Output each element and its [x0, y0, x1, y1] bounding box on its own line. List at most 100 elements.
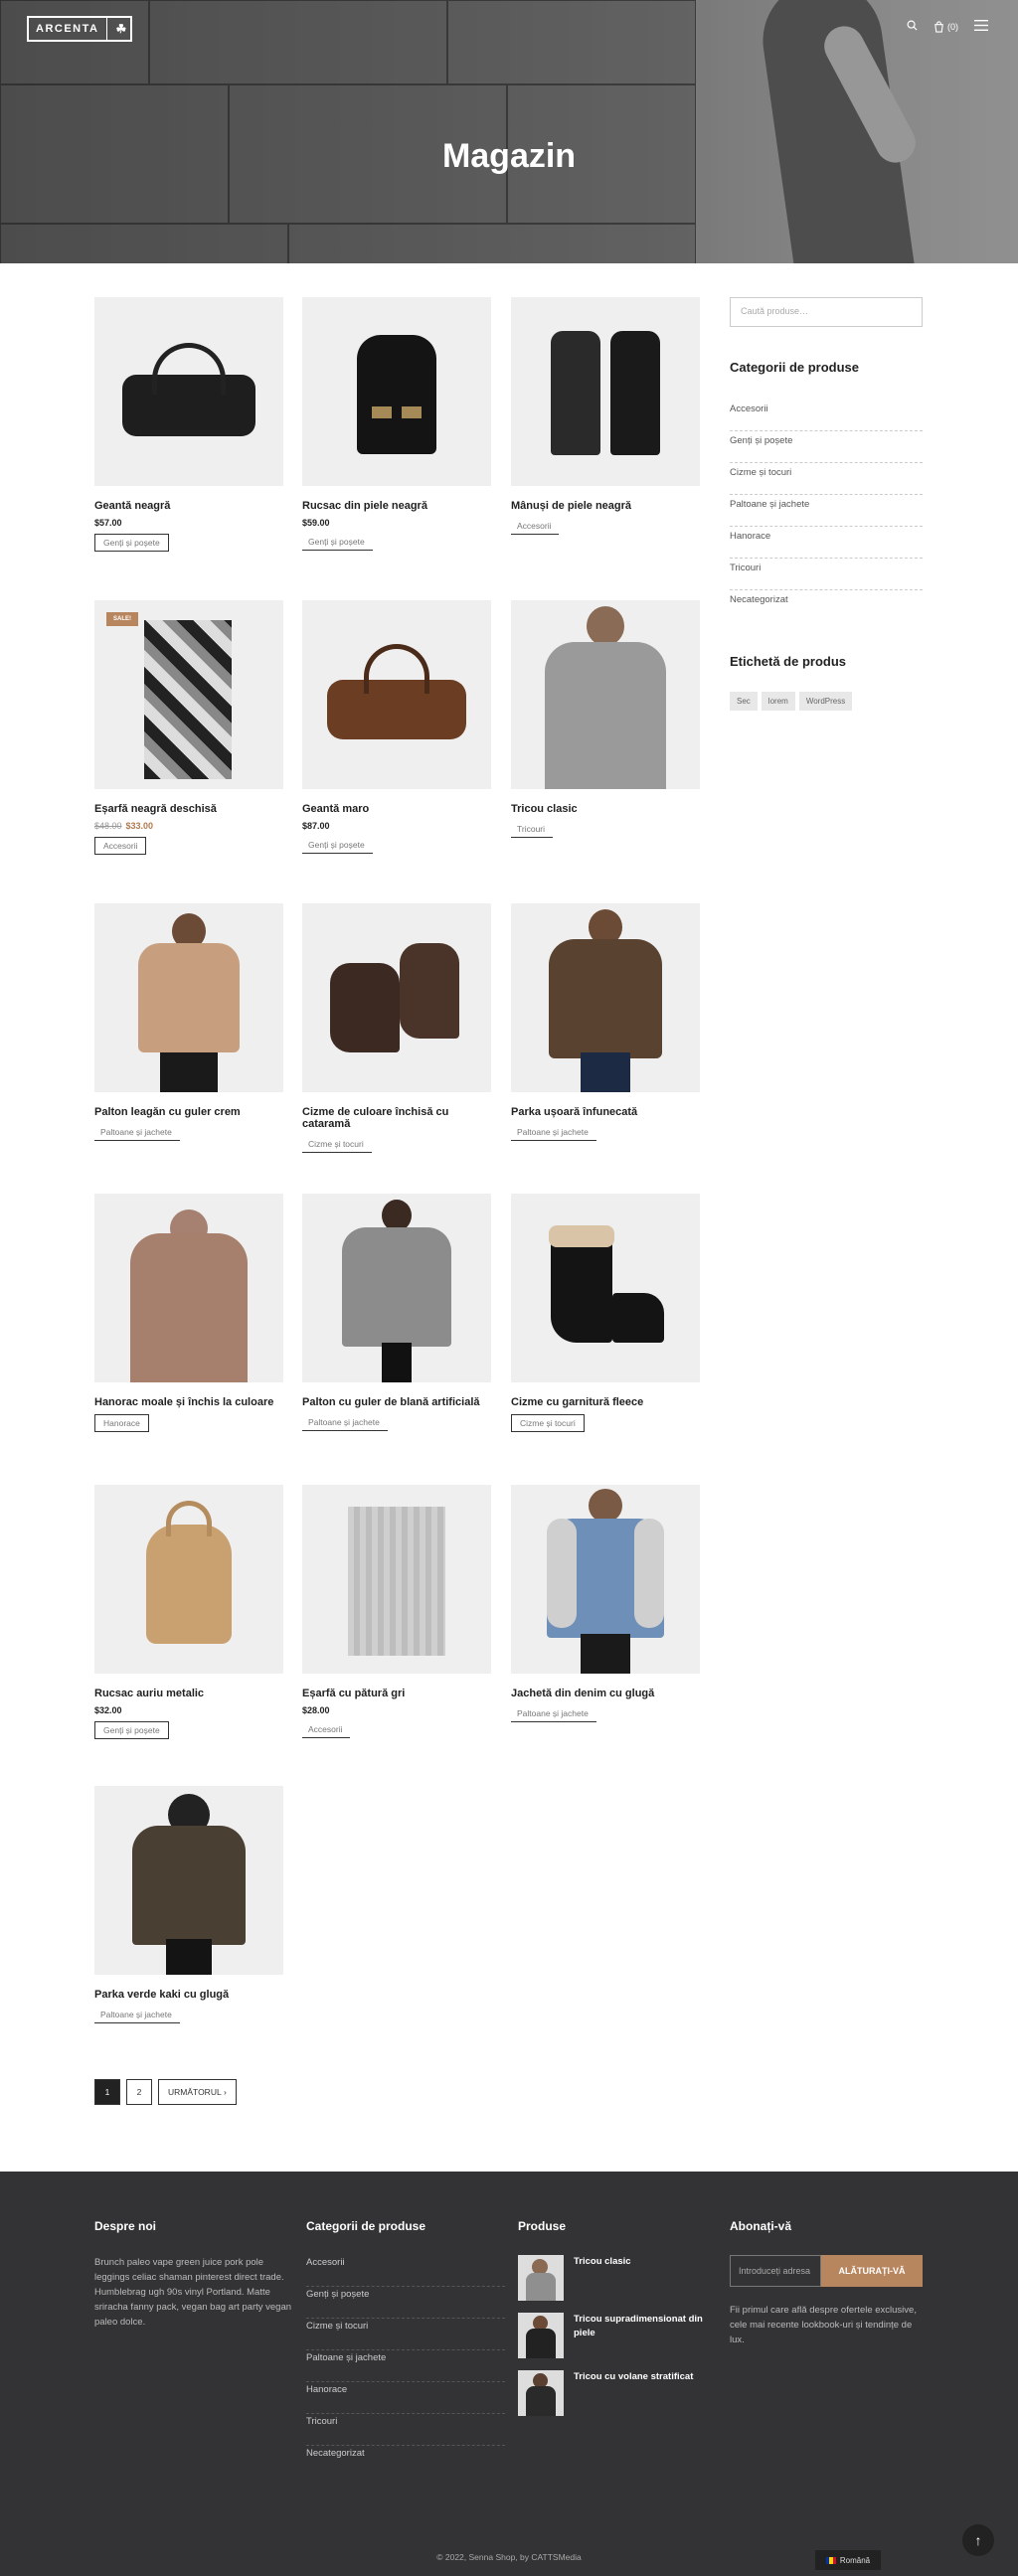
product-title[interactable]: Parka ușoară înfunecată	[511, 1106, 700, 1118]
product-card[interactable]: Palton leagăn cu guler crem Paltoane și j…	[94, 903, 283, 1141]
category-item[interactable]: Necategorizat	[730, 590, 923, 622]
product-title[interactable]: Eșarfă neagră deschisă	[94, 803, 283, 815]
product-image[interactable]: SALE!	[94, 600, 283, 789]
cart-button[interactable]: (0)	[933, 21, 958, 33]
product-category-button[interactable]: Paltoane și jachete	[511, 1705, 596, 1722]
product-card[interactable]: Rucsac din piele neagră $59.00 Genți și po…	[302, 297, 491, 551]
product-category-button[interactable]: Genți și poșete	[302, 534, 373, 551]
product-category-button[interactable]: Cizme și tocuri	[511, 1414, 585, 1432]
hero-banner: ARCENTA ☘ (0) Magazin	[0, 0, 1018, 263]
tag-link[interactable]: lorem	[761, 692, 795, 711]
product-image[interactable]	[94, 1194, 283, 1382]
footer-category-item[interactable]: Paltoane și jachete	[306, 2350, 505, 2382]
product-category-button[interactable]: Genți și poșete	[302, 837, 373, 854]
category-item[interactable]: Cizme și tocuri	[730, 463, 923, 495]
category-item[interactable]: Paltoane și jachete	[730, 495, 923, 527]
footer-category-item[interactable]: Tricouri	[306, 2414, 505, 2446]
footer-category-item[interactable]: Accesorii	[306, 2255, 505, 2287]
category-item[interactable]: Hanorace	[730, 527, 923, 559]
product-image[interactable]	[94, 1786, 283, 1975]
product-image[interactable]	[94, 1485, 283, 1674]
category-item[interactable]: Genți și poșete	[730, 431, 923, 463]
product-category-button[interactable]: Tricouri	[511, 821, 554, 838]
site-logo[interactable]: ARCENTA ☘	[27, 16, 132, 42]
product-category-button[interactable]: Paltoane și jachete	[511, 1124, 596, 1141]
product-card[interactable]: Jachetă din denim cu glugă Paltoane și ja…	[511, 1485, 700, 1722]
product-title[interactable]: Geantă neagră	[94, 500, 283, 512]
product-title[interactable]: Mânuși de piele neagră	[511, 500, 700, 512]
category-item[interactable]: Tricouri	[730, 559, 923, 590]
page-2-link[interactable]: 2	[126, 2079, 152, 2105]
product-image[interactable]	[511, 1485, 700, 1674]
language-switcher[interactable]: Română	[815, 2550, 881, 2570]
product-category-button[interactable]: Accesorii	[511, 518, 560, 535]
product-card[interactable]: Tricou clasic Tricouri	[511, 600, 700, 838]
back-to-top-button[interactable]: ↑	[962, 2524, 994, 2556]
product-card[interactable]: Eșarfă cu pătură gri $28.00 Accesorii	[302, 1485, 491, 1738]
footer-product-item[interactable]: Tricou supradimensionat din piele	[518, 2313, 717, 2358]
product-category-button[interactable]: Paltoane și jachete	[302, 1414, 388, 1431]
product-image[interactable]	[511, 903, 700, 1092]
tag-link[interactable]: Sec	[730, 692, 758, 711]
product-title[interactable]: Geantă maro	[302, 803, 491, 815]
product-category-button[interactable]: Paltoane și jachete	[94, 1124, 180, 1141]
product-card[interactable]: Geantă maro $87.00 Genți și poșete	[302, 600, 491, 854]
menu-icon[interactable]	[974, 20, 988, 34]
category-item[interactable]: Accesorii	[730, 400, 923, 431]
product-title[interactable]: Parka verde kaki cu glugă	[94, 1989, 283, 2001]
product-title[interactable]: Hanorac moale și închis la culoare	[94, 1396, 283, 1408]
footer-category-item[interactable]: Genți și poșete	[306, 2287, 505, 2319]
product-image[interactable]	[511, 600, 700, 789]
logo-text: ARCENTA	[36, 23, 99, 35]
product-category-button[interactable]: Paltoane și jachete	[94, 2007, 180, 2023]
product-image[interactable]	[302, 297, 491, 486]
product-image[interactable]	[94, 297, 283, 486]
footer-product-item[interactable]: Tricou cu volane stratificat	[518, 2370, 717, 2416]
product-card[interactable]: Parka ușoară înfunecată Paltoane și jache…	[511, 903, 700, 1141]
product-category-button[interactable]: Hanorace	[94, 1414, 149, 1432]
product-title[interactable]: Rucsac auriu metalic	[94, 1688, 283, 1699]
product-title[interactable]: Palton cu guler de blană artificială	[302, 1396, 491, 1408]
product-card[interactable]: Palton cu guler de blană artificială Palt…	[302, 1194, 491, 1431]
footer-product-title: Tricou clasic	[574, 2256, 631, 2267]
subscribe-button[interactable]: ALĂTURAȚI-VĂ	[821, 2255, 923, 2287]
footer-product-item[interactable]: Tricou clasic	[518, 2255, 717, 2301]
product-card[interactable]: Parka verde kaki cu glugă Paltoane și jac…	[94, 1786, 283, 2023]
tag-link[interactable]: WordPress	[798, 692, 853, 711]
product-category-button[interactable]: Accesorii	[94, 837, 147, 855]
product-title[interactable]: Palton leagăn cu guler crem	[94, 1106, 283, 1118]
product-image[interactable]	[511, 297, 700, 486]
product-image[interactable]	[511, 1194, 700, 1382]
product-title[interactable]: Rucsac din piele neagră	[302, 500, 491, 512]
product-card[interactable]: Hanorac moale și închis la culoare Hanora…	[94, 1194, 283, 1432]
product-card[interactable]: Cizme de culoare închisă cu cataramă Cizm…	[302, 903, 491, 1153]
subscribe-email-input[interactable]: Introduceți adresa	[730, 2255, 821, 2287]
product-category-button[interactable]: Genți și poșete	[94, 534, 169, 552]
product-title[interactable]: Eșarfă cu pătură gri	[302, 1688, 491, 1699]
product-image[interactable]	[302, 903, 491, 1092]
product-card[interactable]: Geantă neagră $57.00 Genți și poșete	[94, 297, 283, 552]
next-page-link[interactable]: URMĂTORUL ›	[158, 2079, 237, 2105]
footer-category-item[interactable]: Cizme și tocuri	[306, 2319, 505, 2350]
footer-category-item[interactable]: Hanorace	[306, 2382, 505, 2414]
product-category-button[interactable]: Cizme și tocuri	[302, 1136, 372, 1153]
product-card[interactable]: Rucsac auriu metalic $32.00 Genți și poșet…	[94, 1485, 283, 1739]
footer-category-item[interactable]: Necategorizat	[306, 2446, 505, 2478]
product-category-button[interactable]: Accesorii	[302, 1721, 351, 1738]
product-title[interactable]: Cizme cu garnitură fleece	[511, 1396, 700, 1408]
product-card[interactable]: Mânuși de piele neagră Accesorii	[511, 297, 700, 535]
product-card[interactable]: Cizme cu garnitură fleece Cizme și tocuri	[511, 1194, 700, 1432]
product-card[interactable]: SALE! Eșarfă neagră deschisă $48.00 $33.00 A…	[94, 600, 283, 855]
product-search-input[interactable]: Caută produse…	[730, 297, 923, 327]
product-image[interactable]	[302, 1194, 491, 1382]
page-1-link[interactable]: 1	[94, 2079, 120, 2105]
product-title[interactable]: Tricou clasic	[511, 803, 700, 815]
product-image[interactable]	[302, 600, 491, 789]
product-title[interactable]: Jachetă din denim cu glugă	[511, 1688, 700, 1699]
product-image[interactable]	[94, 903, 283, 1092]
search-icon[interactable]	[907, 20, 918, 34]
product-image[interactable]	[302, 1485, 491, 1674]
footer-product-title: Tricou cu volane stratificat	[574, 2371, 694, 2382]
product-category-button[interactable]: Genți și poșete	[94, 1721, 169, 1739]
product-title[interactable]: Cizme de culoare închisă cu cataramă	[302, 1106, 491, 1130]
